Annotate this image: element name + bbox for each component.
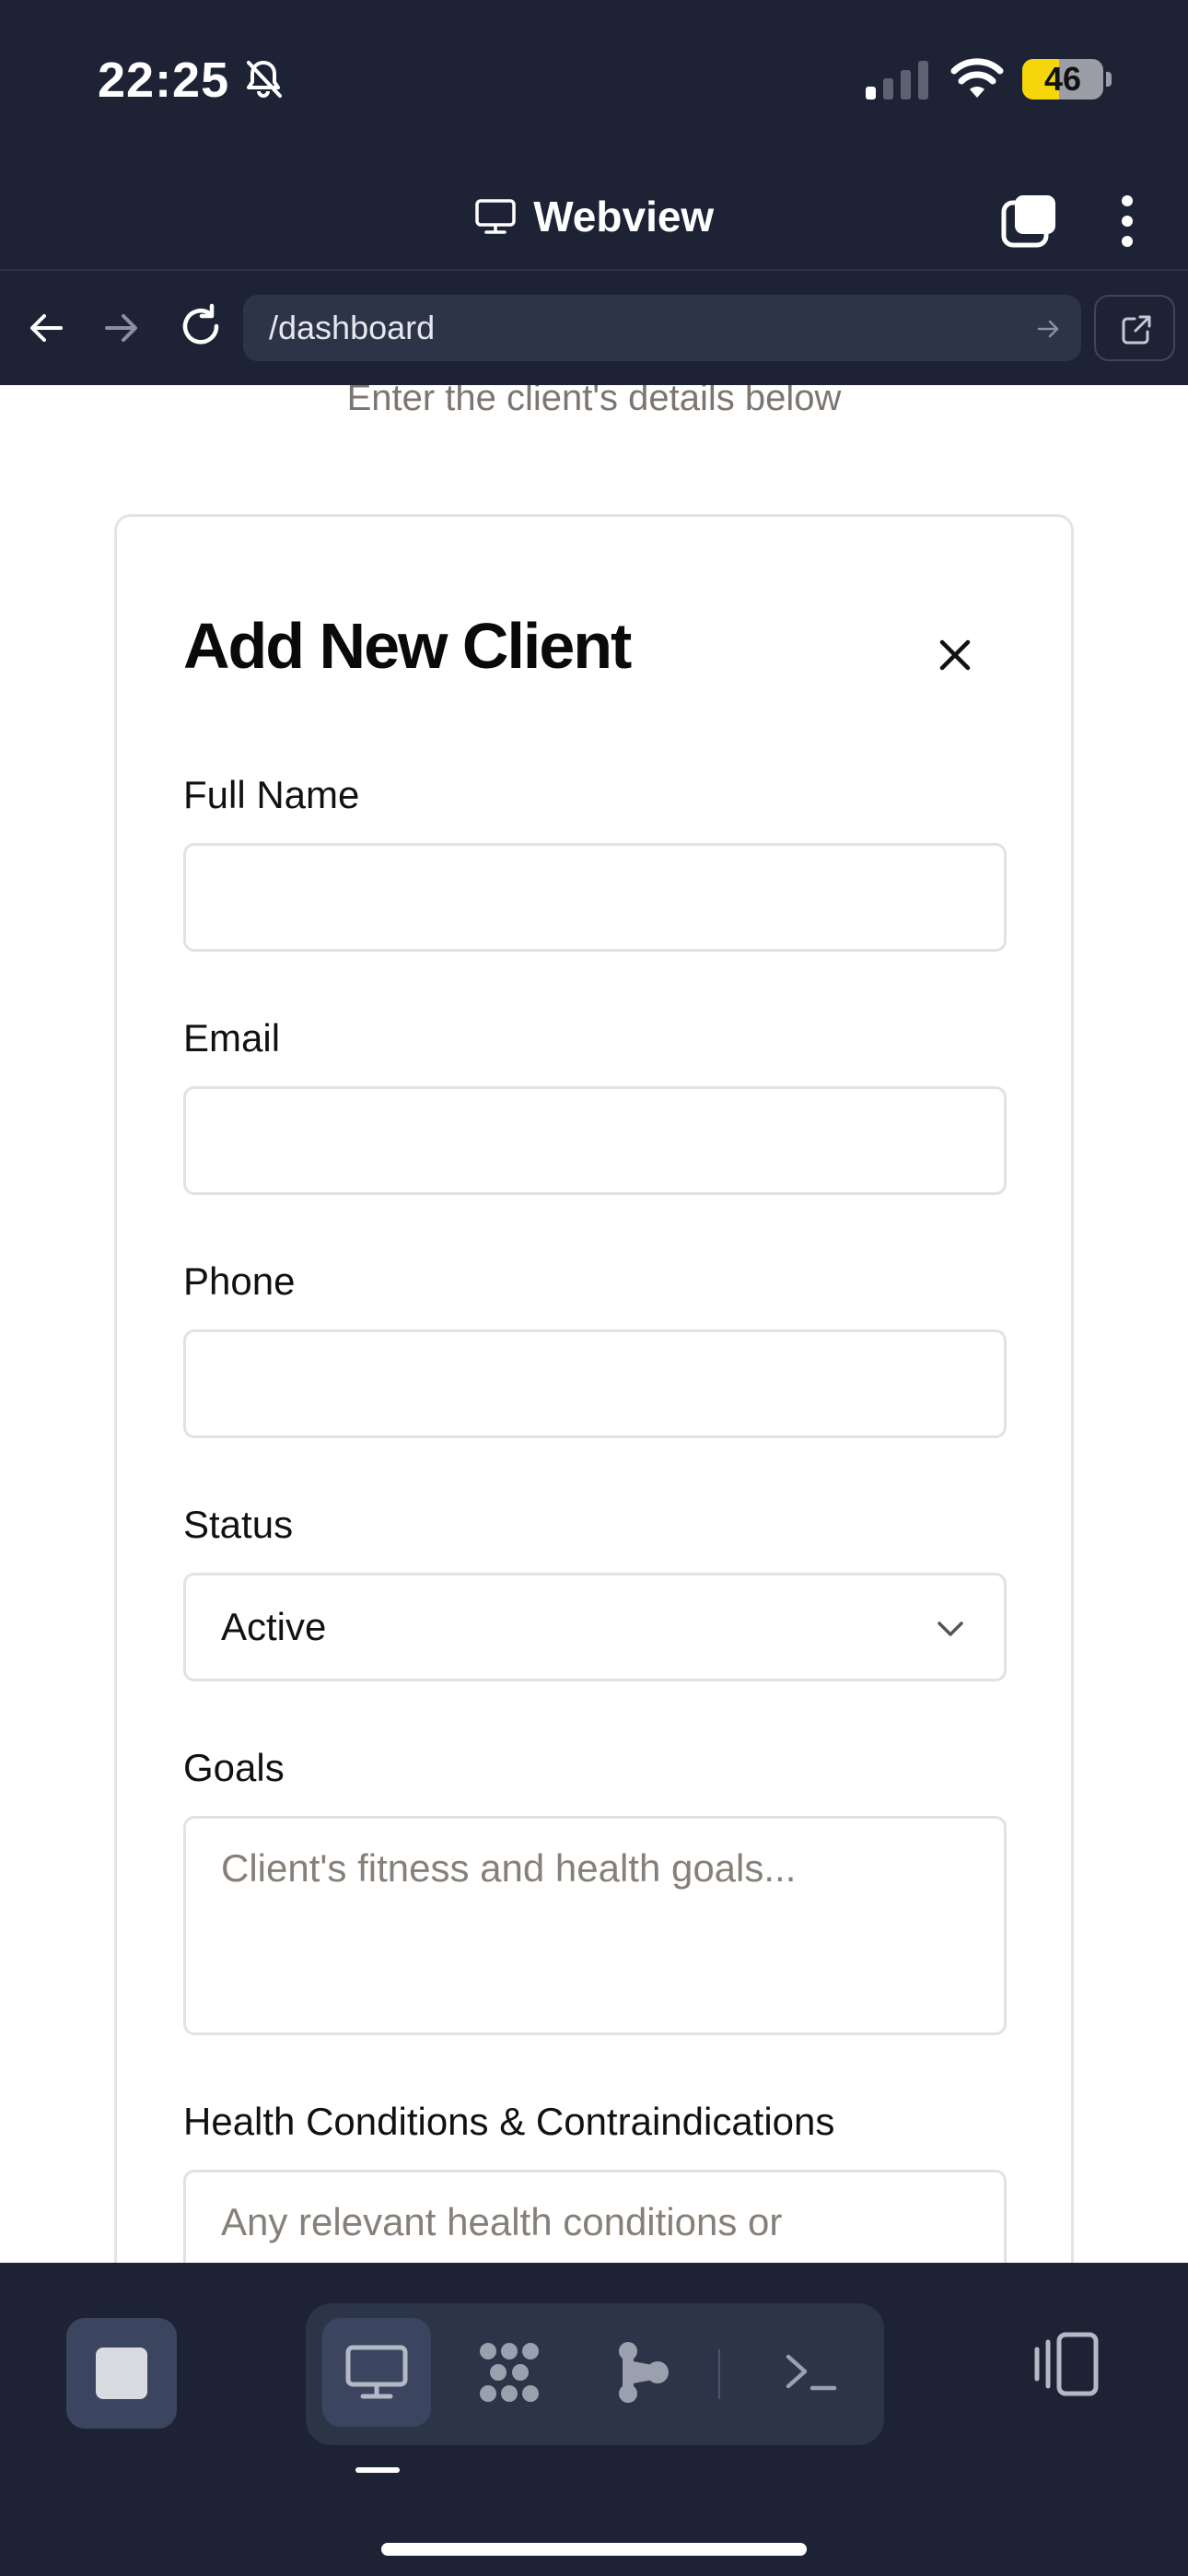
phone-label: Phone	[183, 1259, 296, 1303]
health-conditions-textarea[interactable]: Any relevant health conditions or	[183, 2170, 1007, 2263]
phone-input[interactable]	[183, 1329, 1007, 1438]
stop-button[interactable]	[66, 2318, 177, 2429]
monitor-icon	[475, 199, 516, 234]
dialog-title: Add New Client	[183, 610, 632, 682]
go-arrow-icon[interactable]	[1035, 315, 1063, 343]
battery-indicator: 46	[1022, 59, 1112, 100]
add-client-dialog: Add New Client Full Name Email Phone Sta…	[114, 514, 1074, 2263]
active-mode-indicator	[355, 2467, 400, 2473]
bell-slash-icon	[247, 61, 282, 98]
tabs-icon[interactable]	[1000, 192, 1059, 251]
grid-mode-button[interactable]	[455, 2318, 564, 2427]
mode-divider	[718, 2349, 720, 2399]
health-conditions-label: Health Conditions & Contraindications	[183, 2100, 835, 2143]
webview-title: Webview	[533, 193, 715, 240]
bottom-toolbar	[0, 2263, 1188, 2576]
stop-icon	[96, 2348, 147, 2399]
page-subtitle: Enter the client's details below	[346, 385, 842, 418]
split-view-icon[interactable]	[1028, 2325, 1105, 2403]
home-indicator[interactable]	[381, 2543, 807, 2556]
grid-dots-icon	[480, 2343, 539, 2402]
goals-placeholder: Client's fitness and health goals...	[221, 1846, 797, 1890]
full-name-label: Full Name	[183, 773, 360, 816]
branch-icon	[619, 2342, 669, 2403]
open-external-button[interactable]	[1094, 295, 1175, 361]
goals-label: Goals	[183, 1746, 285, 1789]
url-toolbar: /dashboard	[0, 273, 1188, 385]
terminal-mode-button[interactable]	[757, 2318, 866, 2427]
desktop-mode-button[interactable]	[322, 2318, 431, 2427]
web-content: Enter the client's details below Add New…	[0, 385, 1188, 2263]
chevron-down-icon	[938, 1622, 963, 1636]
battery-level: 46	[1043, 60, 1082, 98]
wifi-icon	[950, 58, 1004, 98]
webview-title-bar: Webview	[0, 138, 1188, 271]
email-input[interactable]	[183, 1086, 1007, 1195]
url-text: /dashboard	[269, 309, 436, 346]
mode-switcher	[306, 2303, 884, 2445]
external-link-icon	[1122, 315, 1151, 345]
status-bar: 22:25 46	[0, 0, 1188, 138]
more-vertical-icon[interactable]	[1109, 192, 1146, 251]
close-icon[interactable]	[926, 626, 984, 685]
url-input[interactable]: /dashboard	[243, 295, 1081, 361]
flow-mode-button[interactable]	[588, 2318, 696, 2427]
full-name-input[interactable]	[183, 843, 1007, 952]
goals-textarea[interactable]: Client's fitness and health goals...	[183, 1816, 1007, 2035]
desktop-icon	[345, 2345, 408, 2399]
status-selected-value: Active	[221, 1605, 327, 1648]
terminal-icon	[786, 2354, 837, 2391]
status-label: Status	[183, 1503, 294, 1546]
back-arrow-icon[interactable]	[24, 306, 68, 350]
email-label: Email	[183, 1016, 281, 1060]
reload-icon[interactable]	[177, 302, 225, 350]
health-conditions-placeholder: Any relevant health conditions or	[221, 2200, 783, 2243]
status-select[interactable]: Active	[183, 1573, 1007, 1681]
forward-arrow-icon[interactable]	[99, 306, 144, 350]
clock-time: 22:25	[98, 53, 230, 108]
cellular-signal-icon	[866, 61, 928, 100]
